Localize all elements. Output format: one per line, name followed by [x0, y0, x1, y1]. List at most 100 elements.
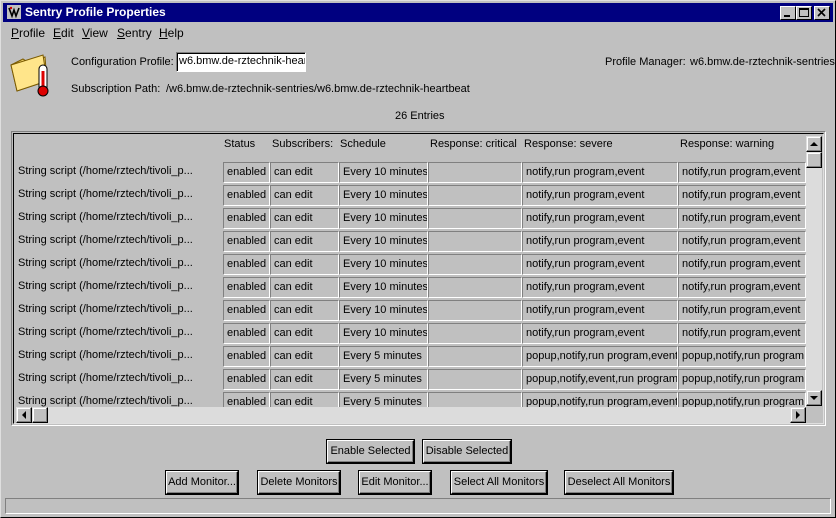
deselect-all-monitors-button[interactable]: Deselect All Monitors	[565, 471, 673, 494]
cell-warning[interactable]: notify,run program,event	[678, 208, 806, 229]
row-monitor-name[interactable]: String script (/home/rztech/tivoli_p...	[18, 326, 223, 338]
scroll-up-button[interactable]	[806, 136, 822, 152]
cell-status[interactable]: enabled	[223, 185, 270, 206]
cell-critical[interactable]	[428, 231, 522, 252]
cell-schedule[interactable]: Every 10 minutes	[339, 162, 428, 183]
cell-status[interactable]: enabled	[223, 346, 270, 367]
cell-critical[interactable]	[428, 346, 522, 367]
cell-schedule[interactable]: Every 10 minutes	[339, 185, 428, 206]
delete-monitors-button[interactable]: Delete Monitors	[258, 471, 340, 494]
cell-critical[interactable]	[428, 185, 522, 206]
cell-subscribers[interactable]: can edit	[270, 162, 339, 183]
cell-status[interactable]: enabled	[223, 323, 270, 344]
cell-severe[interactable]: popup,notify,event,run program	[522, 369, 678, 390]
row-monitor-name[interactable]: String script (/home/rztech/tivoli_p...	[18, 257, 223, 269]
select-all-monitors-button[interactable]: Select All Monitors	[451, 471, 547, 494]
scroll-down-button[interactable]	[806, 390, 822, 406]
horizontal-scrollbar[interactable]	[16, 407, 806, 423]
cell-warning[interactable]: notify,run program,event	[678, 277, 806, 298]
cell-severe[interactable]: notify,run program,event	[522, 231, 678, 252]
cell-subscribers[interactable]: can edit	[270, 277, 339, 298]
cell-schedule[interactable]: Every 5 minutes	[339, 346, 428, 367]
cell-schedule[interactable]: Every 5 minutes	[339, 369, 428, 390]
cell-subscribers[interactable]: can edit	[270, 369, 339, 390]
cell-subscribers[interactable]: can edit	[270, 231, 339, 252]
enable-selected-button[interactable]: Enable Selected	[327, 440, 414, 463]
add-monitor-button[interactable]: Add Monitor...	[166, 471, 238, 494]
cell-schedule[interactable]: Every 10 minutes	[339, 231, 428, 252]
edit-monitor-button[interactable]: Edit Monitor...	[359, 471, 431, 494]
cell-warning[interactable]: notify,run program,event	[678, 185, 806, 206]
cell-status[interactable]: enabled	[223, 300, 270, 321]
row-monitor-name[interactable]: String script (/home/rztech/tivoli_p...	[18, 280, 223, 292]
config-profile-input[interactable]: w6.bmw.de-rztechnik-hear	[176, 52, 306, 72]
cell-status[interactable]: enabled	[223, 162, 270, 183]
scroll-right-button[interactable]	[790, 407, 806, 423]
cell-schedule[interactable]: Every 10 minutes	[339, 300, 428, 321]
row-monitor-name[interactable]: String script (/home/rztech/tivoli_p...	[18, 349, 223, 361]
cell-severe[interactable]: notify,run program,event	[522, 208, 678, 229]
row-monitor-name[interactable]: String script (/home/rztech/tivoli_p...	[18, 372, 223, 384]
maximize-button[interactable]	[796, 6, 812, 20]
vertical-scroll-thumb[interactable]	[806, 152, 822, 168]
cell-critical[interactable]	[428, 162, 522, 183]
row-monitor-name[interactable]: String script (/home/rztech/tivoli_p...	[18, 234, 223, 246]
column-header-subscribers[interactable]: Subscribers:	[272, 138, 333, 150]
cell-status[interactable]: enabled	[223, 254, 270, 275]
cell-critical[interactable]	[428, 208, 522, 229]
cell-severe[interactable]: notify,run program,event	[522, 277, 678, 298]
disable-selected-button[interactable]: Disable Selected	[423, 440, 511, 463]
cell-warning[interactable]: notify,run program,event	[678, 231, 806, 252]
cell-subscribers[interactable]: can edit	[270, 185, 339, 206]
cell-warning[interactable]: popup,notify,run program,e	[678, 369, 806, 390]
cell-severe[interactable]: notify,run program,event	[522, 323, 678, 344]
column-header-critical[interactable]: Response: critical	[430, 138, 517, 150]
scroll-left-button[interactable]	[16, 407, 32, 423]
cell-schedule[interactable]: Every 10 minutes	[339, 323, 428, 344]
cell-warning[interactable]: notify,run program,event	[678, 254, 806, 275]
cell-schedule[interactable]: Every 10 minutes	[339, 254, 428, 275]
cell-status[interactable]: enabled	[223, 231, 270, 252]
menu-profile[interactable]: Profile	[11, 26, 45, 40]
cell-schedule[interactable]: Every 10 minutes	[339, 277, 428, 298]
cell-warning[interactable]: notify,run program,event	[678, 323, 806, 344]
menu-edit[interactable]: Edit	[53, 26, 74, 40]
cell-subscribers[interactable]: can edit	[270, 323, 339, 344]
minimize-button[interactable]	[780, 6, 796, 20]
cell-critical[interactable]	[428, 369, 522, 390]
row-monitor-name[interactable]: String script (/home/rztech/tivoli_p...	[18, 188, 223, 200]
cell-schedule[interactable]: Every 10 minutes	[339, 208, 428, 229]
cell-warning[interactable]: notify,run program,event	[678, 162, 806, 183]
cell-subscribers[interactable]: can edit	[270, 254, 339, 275]
column-header-status[interactable]: Status	[224, 138, 255, 150]
tivoli-app-icon[interactable]	[7, 5, 21, 19]
cell-critical[interactable]	[428, 300, 522, 321]
close-button[interactable]	[814, 6, 830, 20]
title-bar[interactable]: Sentry Profile Properties	[3, 3, 833, 22]
column-header-severe[interactable]: Response: severe	[524, 138, 613, 150]
cell-critical[interactable]	[428, 277, 522, 298]
horizontal-scroll-thumb[interactable]	[32, 407, 48, 423]
monitors-table-viewport[interactable]: Status Subscribers: Schedule Response: c…	[13, 133, 824, 424]
cell-subscribers[interactable]: can edit	[270, 208, 339, 229]
cell-warning[interactable]: notify,run program,event	[678, 300, 806, 321]
cell-severe[interactable]: notify,run program,event	[522, 162, 678, 183]
cell-severe[interactable]: notify,run program,event	[522, 254, 678, 275]
row-monitor-name[interactable]: String script (/home/rztech/tivoli_p...	[18, 395, 223, 407]
cell-severe[interactable]: notify,run program,event	[522, 185, 678, 206]
row-monitor-name[interactable]: String script (/home/rztech/tivoli_p...	[18, 211, 223, 223]
column-header-schedule[interactable]: Schedule	[340, 138, 386, 150]
cell-status[interactable]: enabled	[223, 277, 270, 298]
cell-status[interactable]: enabled	[223, 369, 270, 390]
cell-subscribers[interactable]: can edit	[270, 346, 339, 367]
row-monitor-name[interactable]: String script (/home/rztech/tivoli_p...	[18, 165, 223, 177]
cell-critical[interactable]	[428, 323, 522, 344]
cell-critical[interactable]	[428, 254, 522, 275]
cell-severe[interactable]: popup,notify,run program,event	[522, 346, 678, 367]
cell-warning[interactable]: popup,notify,run program,e	[678, 346, 806, 367]
vertical-scrollbar[interactable]	[806, 136, 822, 406]
menu-help[interactable]: Help	[159, 26, 184, 40]
cell-severe[interactable]: notify,run program,event	[522, 300, 678, 321]
menu-view[interactable]: View	[82, 26, 108, 40]
menu-sentry[interactable]: Sentry	[117, 26, 152, 40]
